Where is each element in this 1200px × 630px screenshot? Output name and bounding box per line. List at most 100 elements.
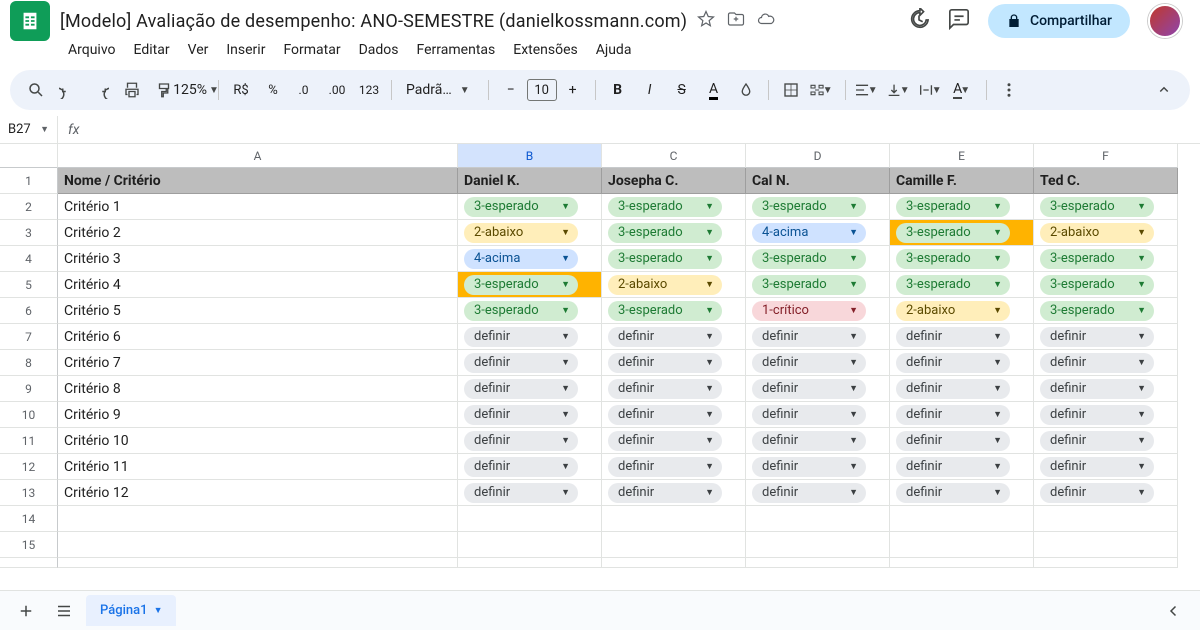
- print-icon[interactable]: [118, 76, 146, 104]
- rating-chip[interactable]: 3-esperado▼: [896, 275, 1010, 295]
- header-cell[interactable]: Daniel K.: [458, 168, 602, 194]
- rating-chip[interactable]: 3-esperado▼: [464, 301, 578, 321]
- rating-chip[interactable]: definir▼: [464, 405, 578, 425]
- rating-chip[interactable]: 1-crítico▼: [752, 301, 866, 321]
- data-cell[interactable]: definir▼: [746, 350, 890, 376]
- col-header-E[interactable]: E: [890, 144, 1034, 168]
- data-cell[interactable]: definir▼: [602, 480, 746, 506]
- sheets-logo[interactable]: [10, 1, 50, 41]
- data-cell[interactable]: 3-esperado▼: [602, 194, 746, 220]
- star-icon[interactable]: [697, 10, 715, 32]
- rating-chip[interactable]: definir▼: [608, 379, 722, 399]
- rating-chip[interactable]: definir▼: [608, 405, 722, 425]
- merge-icon[interactable]: ▼: [809, 76, 837, 104]
- h-align-icon[interactable]: ▼: [854, 76, 882, 104]
- rating-chip[interactable]: definir▼: [752, 431, 866, 451]
- data-cell[interactable]: [746, 532, 890, 558]
- data-cell[interactable]: definir▼: [602, 324, 746, 350]
- rating-chip[interactable]: definir▼: [464, 379, 578, 399]
- criteria-label[interactable]: Critério 4: [58, 272, 458, 298]
- history-icon[interactable]: [908, 8, 930, 34]
- data-cell[interactable]: definir▼: [890, 428, 1034, 454]
- row-header-15[interactable]: 15: [0, 532, 58, 558]
- data-cell[interactable]: [58, 558, 458, 568]
- rating-chip[interactable]: 2-abaixo▼: [464, 223, 578, 243]
- data-cell[interactable]: 3-esperado▼: [602, 298, 746, 324]
- data-cell[interactable]: definir▼: [746, 480, 890, 506]
- rating-chip[interactable]: definir▼: [896, 353, 1010, 373]
- data-cell[interactable]: 2-abaixo▼: [458, 220, 602, 246]
- strikethrough-icon[interactable]: S: [668, 76, 696, 104]
- data-cell[interactable]: definir▼: [602, 402, 746, 428]
- criteria-label[interactable]: Critério 12: [58, 480, 458, 506]
- menu-ver[interactable]: Ver: [180, 38, 217, 62]
- rating-chip[interactable]: 3-esperado▼: [464, 197, 578, 217]
- data-cell[interactable]: definir▼: [1034, 376, 1178, 402]
- rating-chip[interactable]: definir▼: [896, 483, 1010, 503]
- header-cell[interactable]: Ted C.: [1034, 168, 1178, 194]
- data-cell[interactable]: 4-acima▼: [746, 220, 890, 246]
- data-cell[interactable]: definir▼: [458, 350, 602, 376]
- rating-chip[interactable]: definir▼: [1040, 483, 1154, 503]
- rating-chip[interactable]: definir▼: [896, 431, 1010, 451]
- rating-chip[interactable]: 2-abaixo▼: [1040, 223, 1154, 243]
- account-avatar[interactable]: [1148, 4, 1182, 38]
- rating-chip[interactable]: definir▼: [896, 379, 1010, 399]
- data-cell[interactable]: [746, 558, 890, 568]
- row-header-11[interactable]: 11: [0, 428, 58, 454]
- rating-chip[interactable]: definir▼: [608, 483, 722, 503]
- rating-chip[interactable]: definir▼: [608, 353, 722, 373]
- decrease-decimal-icon[interactable]: .0: [291, 76, 319, 104]
- data-cell[interactable]: definir▼: [1034, 402, 1178, 428]
- row-header-5[interactable]: 5: [0, 272, 58, 298]
- v-align-icon[interactable]: ▼: [886, 76, 914, 104]
- data-cell[interactable]: 3-esperado▼: [1034, 298, 1178, 324]
- data-cell[interactable]: definir▼: [458, 402, 602, 428]
- currency-button[interactable]: R$: [227, 76, 255, 104]
- data-cell[interactable]: definir▼: [890, 402, 1034, 428]
- menu-inserir[interactable]: Inserir: [218, 38, 273, 62]
- select-all-corner[interactable]: [0, 144, 58, 168]
- menu-editar[interactable]: Editar: [126, 38, 178, 62]
- data-cell[interactable]: 4-acima▼: [458, 246, 602, 272]
- share-button[interactable]: Compartilhar: [988, 4, 1130, 38]
- comment-icon[interactable]: [948, 8, 970, 34]
- data-cell[interactable]: 3-esperado▼: [1034, 272, 1178, 298]
- data-cell[interactable]: definir▼: [458, 480, 602, 506]
- redo-icon[interactable]: [86, 76, 114, 104]
- italic-icon[interactable]: I: [636, 76, 664, 104]
- rotate-text-icon[interactable]: A▼: [950, 76, 978, 104]
- data-cell[interactable]: definir▼: [1034, 454, 1178, 480]
- criteria-label[interactable]: Critério 1: [58, 194, 458, 220]
- data-cell[interactable]: [1034, 558, 1178, 568]
- rating-chip[interactable]: 3-esperado▼: [1040, 197, 1154, 217]
- criteria-label[interactable]: Critério 7: [58, 350, 458, 376]
- header-cell[interactable]: Camille F.: [890, 168, 1034, 194]
- rating-chip[interactable]: definir▼: [464, 483, 578, 503]
- data-cell[interactable]: definir▼: [458, 454, 602, 480]
- criteria-label[interactable]: [58, 532, 458, 558]
- more-icon[interactable]: [995, 76, 1023, 104]
- data-cell[interactable]: definir▼: [602, 350, 746, 376]
- data-cell[interactable]: [746, 506, 890, 532]
- row-header-4[interactable]: 4: [0, 246, 58, 272]
- data-cell[interactable]: definir▼: [458, 428, 602, 454]
- rating-chip[interactable]: 2-abaixo▼: [608, 275, 722, 295]
- increase-font-icon[interactable]: +: [559, 76, 587, 104]
- criteria-label[interactable]: [58, 506, 458, 532]
- header-cell[interactable]: Nome / Critério: [58, 168, 458, 194]
- rating-chip[interactable]: definir▼: [464, 353, 578, 373]
- increase-decimal-icon[interactable]: .00: [323, 76, 351, 104]
- data-cell[interactable]: definir▼: [890, 376, 1034, 402]
- data-cell[interactable]: [458, 506, 602, 532]
- data-cell[interactable]: [890, 506, 1034, 532]
- rating-chip[interactable]: 3-esperado▼: [608, 197, 722, 217]
- criteria-label[interactable]: Critério 6: [58, 324, 458, 350]
- undo-icon[interactable]: [54, 76, 82, 104]
- sheet-tab-active[interactable]: Página1▼: [86, 595, 176, 626]
- text-color-icon[interactable]: A: [700, 76, 728, 104]
- data-cell[interactable]: definir▼: [746, 428, 890, 454]
- row-header-14[interactable]: 14: [0, 506, 58, 532]
- data-cell[interactable]: definir▼: [746, 376, 890, 402]
- rating-chip[interactable]: definir▼: [752, 379, 866, 399]
